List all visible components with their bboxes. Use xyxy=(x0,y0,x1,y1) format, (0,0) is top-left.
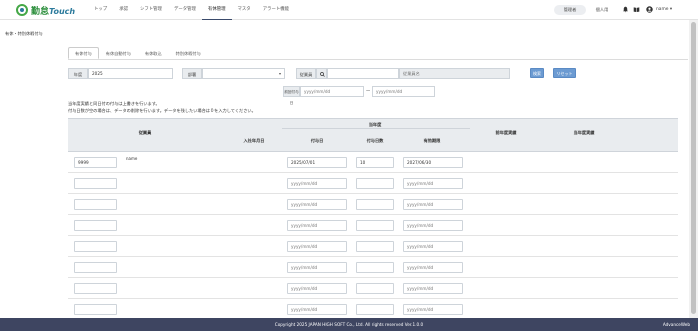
grant-date-from-input[interactable]: yyyy/mm/dd xyxy=(300,86,364,97)
table-row: yyyy/mm/dd yyyy/mm/dd xyxy=(68,278,678,299)
page-scrollbar[interactable] xyxy=(689,20,698,318)
department-select[interactable]: ▾ xyxy=(202,68,285,79)
grant-days-input[interactable] xyxy=(356,178,394,189)
top-header: 勤怠Touch トップ 承認 シフト管理 データ管理 有休管理 マスタ アラート… xyxy=(0,0,698,20)
col-expiry: 有効期限 xyxy=(423,138,441,143)
grant-date-input[interactable]: yyyy/mm/dd xyxy=(287,199,347,210)
tab-import[interactable]: 有休取込 xyxy=(138,47,169,59)
expiry-date-input[interactable]: yyyy/mm/dd xyxy=(403,199,463,210)
logo-text: 勤怠Touch xyxy=(31,6,76,17)
employee-code-input[interactable] xyxy=(74,241,117,252)
employee-code-input[interactable] xyxy=(74,304,117,315)
table-row: yyyy/mm/dd yyyy/mm/dd xyxy=(68,173,678,194)
employee-code-input[interactable] xyxy=(74,220,117,231)
table-row: yyyy/mm/dd yyyy/mm/dd xyxy=(68,299,678,320)
expiry-date-input[interactable]: yyyy/mm/dd xyxy=(403,178,463,189)
grant-date-to-input[interactable]: yyyy/mm/dd xyxy=(372,86,435,97)
copyright-text: Copyright 2025 JAPAN HIGH SOFT Co., Ltd.… xyxy=(274,322,424,327)
grant-date-label: 前回付与日 xyxy=(283,86,300,105)
expiry-date-input[interactable]: yyyy/mm/dd xyxy=(403,220,463,231)
expiry-date-input[interactable]: yyyy/mm/dd xyxy=(403,241,463,252)
col-grant-date: 付与日 xyxy=(310,138,324,143)
employee-label: 従業員 xyxy=(296,68,316,79)
nav-item-top[interactable]: トップ xyxy=(88,0,113,20)
app-logo[interactable]: 勤怠Touch xyxy=(16,4,76,17)
employee-code-input[interactable] xyxy=(74,283,117,294)
group-divider xyxy=(282,128,470,129)
col-curr-actual: 当年度実績 xyxy=(573,130,595,135)
nav-item-shift[interactable]: シフト管理 xyxy=(134,0,168,20)
expiry-date-input[interactable]: yyyy/mm/dd xyxy=(403,283,463,294)
scrollbar-thumb[interactable] xyxy=(691,22,696,314)
tab-divider xyxy=(68,59,688,60)
tab-auto-grant[interactable]: 有休自動付与 xyxy=(99,47,138,59)
main-nav: トップ 承認 シフト管理 データ管理 有休管理 マスタ アラート機能 xyxy=(88,0,295,20)
search-button[interactable]: 検索 xyxy=(530,68,544,78)
expiry-date-input[interactable]: yyyy/mm/dd xyxy=(403,262,463,273)
personal-button[interactable]: 個人用 xyxy=(592,5,612,15)
expiry-date-input[interactable]: 2027/06/30 xyxy=(403,157,463,168)
employee-code-input[interactable] xyxy=(327,68,399,79)
grant-days-input[interactable] xyxy=(356,241,394,252)
nav-item-alert[interactable]: アラート機能 xyxy=(257,0,295,20)
employee-name-field: 従業員名 xyxy=(399,68,510,79)
grant-days-input[interactable] xyxy=(356,220,394,231)
nav-item-approval[interactable]: 承認 xyxy=(113,0,134,20)
note-overwrite: 当年度実績と同日付の付与は上書きを行います。 xyxy=(68,101,160,106)
employee-code-input[interactable]: 9999 xyxy=(74,157,117,168)
grant-date-input[interactable]: yyyy/mm/dd xyxy=(287,283,347,294)
tab-bar: 有休付与 有休自動付与 有休取込 特別休暇付与 xyxy=(68,47,208,59)
table-row: yyyy/mm/dd yyyy/mm/dd xyxy=(68,194,678,215)
tab-grant[interactable]: 有休付与 xyxy=(68,47,99,59)
nav-item-data[interactable]: データ管理 xyxy=(168,0,202,20)
employee-code-input[interactable] xyxy=(74,178,117,189)
year-label: 年度 xyxy=(68,68,88,79)
table-row: 9999 name 2025/07/01 10 2027/06/30 xyxy=(68,152,678,173)
grant-date-input[interactable]: yyyy/mm/dd xyxy=(287,178,347,189)
employee-name: name xyxy=(126,156,138,161)
user-avatar-icon[interactable] xyxy=(646,6,653,13)
grant-date-input[interactable]: yyyy/mm/dd xyxy=(287,304,347,315)
logo-icon xyxy=(16,4,28,16)
col-prev-actual: 前年度実績 xyxy=(495,130,517,135)
note-delete: 付与日数が空の場合は、データの削除を行います。データを残したい場合は０を入力して… xyxy=(68,108,256,113)
grant-date-input[interactable]: yyyy/mm/dd xyxy=(287,220,347,231)
search-icon xyxy=(320,72,325,77)
grant-days-input[interactable] xyxy=(356,283,394,294)
col-grant-days: 付与日数 xyxy=(366,138,384,143)
page-title: 有休・特別休暇付与 xyxy=(5,31,43,36)
grant-days-input[interactable] xyxy=(356,304,394,315)
user-menu[interactable]: name ▾ xyxy=(656,5,672,15)
department-label: 部署 xyxy=(182,68,202,79)
range-separator: 〜 xyxy=(366,88,371,93)
table-row: yyyy/mm/dd yyyy/mm/dd xyxy=(68,257,678,278)
grant-date-input[interactable]: yyyy/mm/dd xyxy=(287,241,347,252)
chevron-down-icon: ▾ xyxy=(278,71,281,76)
col-employee: 従業員 xyxy=(138,130,152,135)
nav-item-paid-leave[interactable]: 有休管理 xyxy=(201,0,232,20)
reset-button[interactable]: リセット xyxy=(553,68,576,78)
expiry-date-input[interactable]: yyyy/mm/dd xyxy=(403,304,463,315)
grant-days-input[interactable] xyxy=(356,262,394,273)
employee-search-button[interactable] xyxy=(316,68,327,79)
year-input[interactable]: 2025 xyxy=(88,68,173,79)
bell-icon[interactable] xyxy=(622,6,629,13)
admin-button[interactable]: 管理者 xyxy=(554,5,586,15)
grant-date-input[interactable]: yyyy/mm/dd xyxy=(287,262,347,273)
book-icon[interactable] xyxy=(633,6,640,13)
grant-days-input[interactable]: 10 xyxy=(356,157,394,168)
table-row: yyyy/mm/dd yyyy/mm/dd xyxy=(68,215,678,236)
table-row: yyyy/mm/dd yyyy/mm/dd xyxy=(68,236,678,257)
col-hire-date: 入社年月日 xyxy=(243,138,265,143)
footer-brand: AdvanceWeb xyxy=(662,322,690,327)
employee-code-input[interactable] xyxy=(74,199,117,210)
grant-date-input[interactable]: 2025/07/01 xyxy=(287,157,347,168)
tab-special-leave[interactable]: 特別休暇付与 xyxy=(169,47,208,59)
employee-code-input[interactable] xyxy=(74,262,117,273)
nav-item-master[interactable]: マスタ xyxy=(232,0,257,20)
grant-days-input[interactable] xyxy=(356,199,394,210)
footer: Copyright 2025 JAPAN HIGH SOFT Co., Ltd.… xyxy=(0,318,698,331)
